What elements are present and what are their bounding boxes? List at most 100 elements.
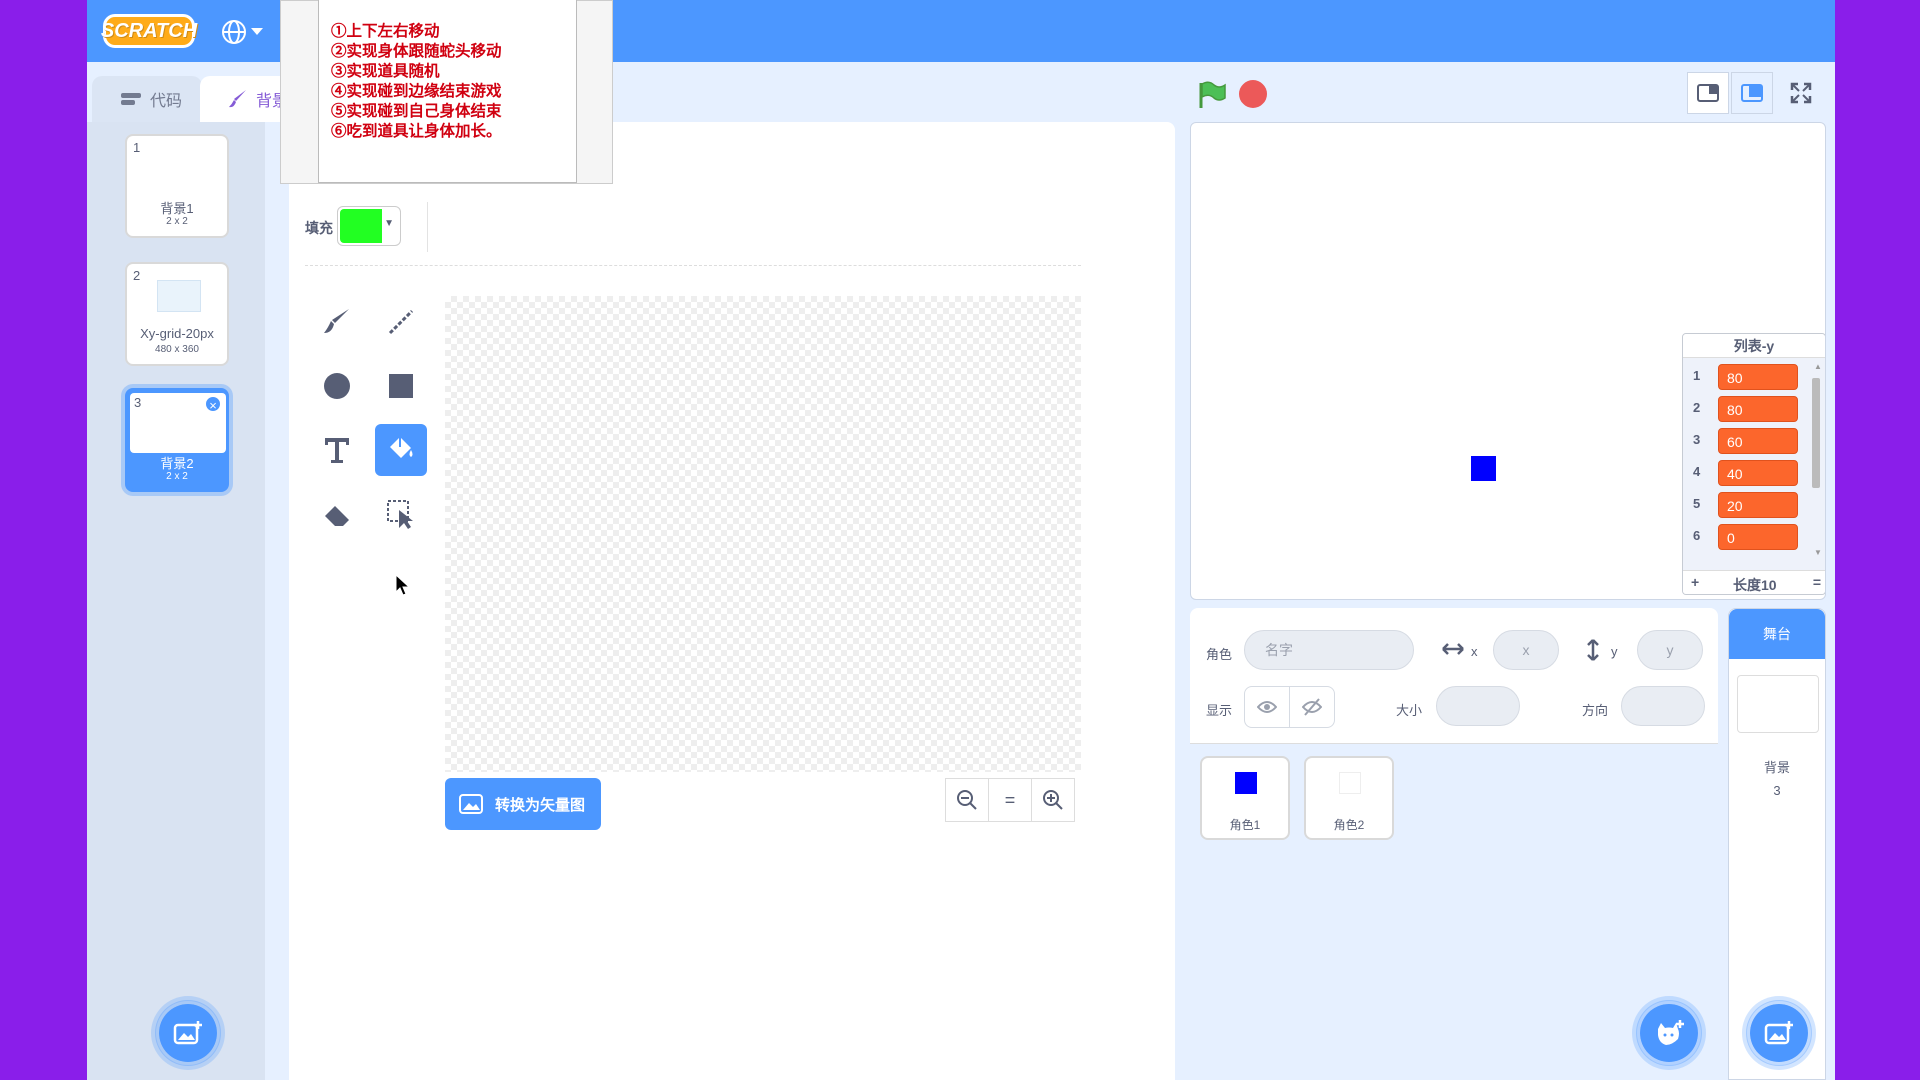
select-tool[interactable]	[375, 488, 427, 540]
hide-sprite-button[interactable]	[1289, 686, 1335, 728]
small-stage-icon	[1697, 84, 1719, 102]
rectangle-tool[interactable]	[375, 360, 427, 412]
size-input[interactable]	[1436, 686, 1520, 726]
fill-tool[interactable]	[375, 424, 427, 476]
horizontal-arrow-icon	[1442, 643, 1464, 655]
note-line: ②实现身体跟随蛇头移动	[331, 41, 502, 60]
tab-code-label: 代码	[150, 93, 183, 110]
scratch-logo[interactable]: SCRATCH	[101, 14, 197, 48]
show-sprite-button[interactable]	[1244, 686, 1290, 728]
convert-to-vector-label: 转换为矢量图	[495, 796, 586, 814]
eraser-tool[interactable]	[311, 488, 363, 540]
x-input[interactable]: x	[1493, 630, 1559, 670]
scroll-down-icon: ▼	[1814, 548, 1822, 557]
eraser-icon	[325, 506, 349, 526]
list-scrollbar[interactable]: ▲ ▼	[1809, 362, 1823, 562]
list-item-value[interactable]: 0	[1718, 524, 1798, 550]
list-add-button[interactable]: +	[1691, 574, 1699, 590]
brush-icon	[229, 90, 246, 108]
eye-hidden-icon	[1302, 698, 1322, 716]
zoom-in-button[interactable]	[1031, 778, 1075, 822]
cursor-icon	[395, 573, 411, 596]
scroll-thumb[interactable]	[1812, 378, 1820, 488]
toolbar-divider	[427, 202, 428, 252]
backdrop-name: Xy-grid-20px	[140, 326, 214, 341]
backdrop-name: 背景1	[160, 201, 194, 216]
paint-bucket-icon	[390, 437, 413, 458]
zoom-reset-button[interactable]: =	[988, 778, 1032, 822]
brush-tool[interactable]	[311, 296, 363, 348]
y-input[interactable]: y	[1637, 630, 1703, 670]
caret-down-icon: ▼	[384, 218, 394, 229]
list-item-value[interactable]: 60	[1718, 428, 1798, 454]
stage-tab[interactable]: 舞台	[1729, 609, 1825, 659]
list-item-value[interactable]: 80	[1718, 364, 1798, 390]
green-flag-button[interactable]	[1197, 80, 1227, 115]
list-item-index: 6	[1693, 528, 1701, 543]
eye-icon	[1257, 701, 1277, 713]
zoom-in-icon	[1043, 790, 1063, 810]
language-menu[interactable]	[221, 18, 267, 46]
small-stage-button[interactable]	[1687, 72, 1729, 114]
line-tool[interactable]	[375, 296, 427, 348]
line-icon	[388, 309, 414, 335]
rectangle-icon	[389, 374, 413, 398]
paint-canvas[interactable]	[445, 296, 1081, 772]
note-text: ①上下左右移动 ②实现身体跟随蛇头移动 ③实现道具随机 ④实现碰到边缘结束游戏 ⑤实现碰…	[331, 21, 502, 141]
list-item: 1 80	[1683, 362, 1803, 390]
scratch-editor: SCRATCH 代码 背景 1 背景1 2 x 2 2 Xy-grid-20px	[87, 0, 1835, 1080]
instruction-note: ①上下左右移动 ②实现身体跟随蛇头移动 ③实现道具随机 ④实现碰到边缘结束游戏 ⑤实现碰…	[280, 0, 613, 184]
choose-sprite-button[interactable]	[1636, 1000, 1702, 1066]
zoom-out-icon	[957, 790, 977, 810]
list-item: 60	[1683, 522, 1803, 550]
sprite-tile-2[interactable]: 角色2	[1304, 756, 1394, 840]
fill-label: 填充	[305, 220, 333, 236]
sprite-name-input[interactable]: 名字	[1244, 630, 1414, 670]
select-icon	[387, 500, 413, 529]
convert-to-vector-button[interactable]: 转换为矢量图	[445, 778, 601, 830]
choose-backdrop-stage-button[interactable]	[1746, 1000, 1812, 1066]
direction-label: 方向	[1582, 703, 1609, 718]
fullscreen-icon	[1790, 82, 1812, 104]
zoom-out-button[interactable]	[945, 778, 989, 822]
code-blocks-icon	[121, 93, 141, 105]
note-line: ①上下左右移动	[331, 21, 440, 40]
tab-code[interactable]: 代码	[92, 76, 202, 122]
mode-divider	[305, 265, 1081, 266]
stop-button[interactable]	[1239, 80, 1267, 108]
circle-tool[interactable]	[311, 360, 363, 412]
green-flag-icon	[1199, 81, 1226, 108]
large-stage-button[interactable]	[1731, 72, 1773, 114]
size-label: 大小	[1396, 703, 1423, 718]
stage[interactable]: 列表-y 1 80 2 80 3 60 4 40 5 20 6 0 ▲ ▼ + 长度10 =	[1190, 122, 1826, 600]
direction-input[interactable]	[1621, 686, 1705, 726]
backdrop-item-1[interactable]: 1 背景1 2 x 2	[125, 134, 229, 238]
fullscreen-button[interactable]	[1780, 72, 1822, 114]
list-item-index: 5	[1693, 496, 1701, 511]
backdrop-index: 2	[133, 268, 141, 283]
circle-icon	[324, 373, 350, 399]
backdrop-count: 3	[1773, 783, 1781, 798]
sprite-thumbnail	[1235, 772, 1257, 794]
fill-color-picker[interactable]: ▼	[337, 206, 401, 246]
sprite-tile-1[interactable]: 角色1	[1200, 756, 1290, 840]
list-item-value[interactable]: 80	[1718, 396, 1798, 422]
delete-backdrop-button[interactable]: ×	[204, 395, 222, 413]
list-monitor: 列表-y 1 80 2 80 3 60 4 40 5 20 6 0 ▲ ▼ + 长度10 =	[1682, 333, 1825, 595]
list-resize-handle[interactable]: =	[1813, 574, 1821, 590]
backdrop-index: 1	[133, 140, 141, 155]
sprite-name: 角色2	[1333, 818, 1365, 832]
backdrop-size: 2 x 2	[166, 471, 188, 482]
backdrop-item-3[interactable]: 3 × 背景2 2 x 2	[125, 388, 229, 492]
list-item-value[interactable]: 40	[1718, 460, 1798, 486]
backdrop-label: 背景	[1763, 760, 1790, 775]
list-item-value[interactable]: 20	[1718, 492, 1798, 518]
backdrop-thumbnail	[157, 280, 201, 312]
list-length: 长度10	[1733, 577, 1777, 593]
vertical-arrow-icon	[1587, 639, 1599, 661]
text-tool[interactable]	[311, 424, 363, 476]
blue-sprite[interactable]	[1471, 456, 1496, 481]
choose-backdrop-button[interactable]	[155, 1000, 221, 1066]
list-footer: + 长度10 =	[1683, 570, 1825, 594]
backdrop-item-2[interactable]: 2 Xy-grid-20px 480 x 360	[125, 262, 229, 366]
